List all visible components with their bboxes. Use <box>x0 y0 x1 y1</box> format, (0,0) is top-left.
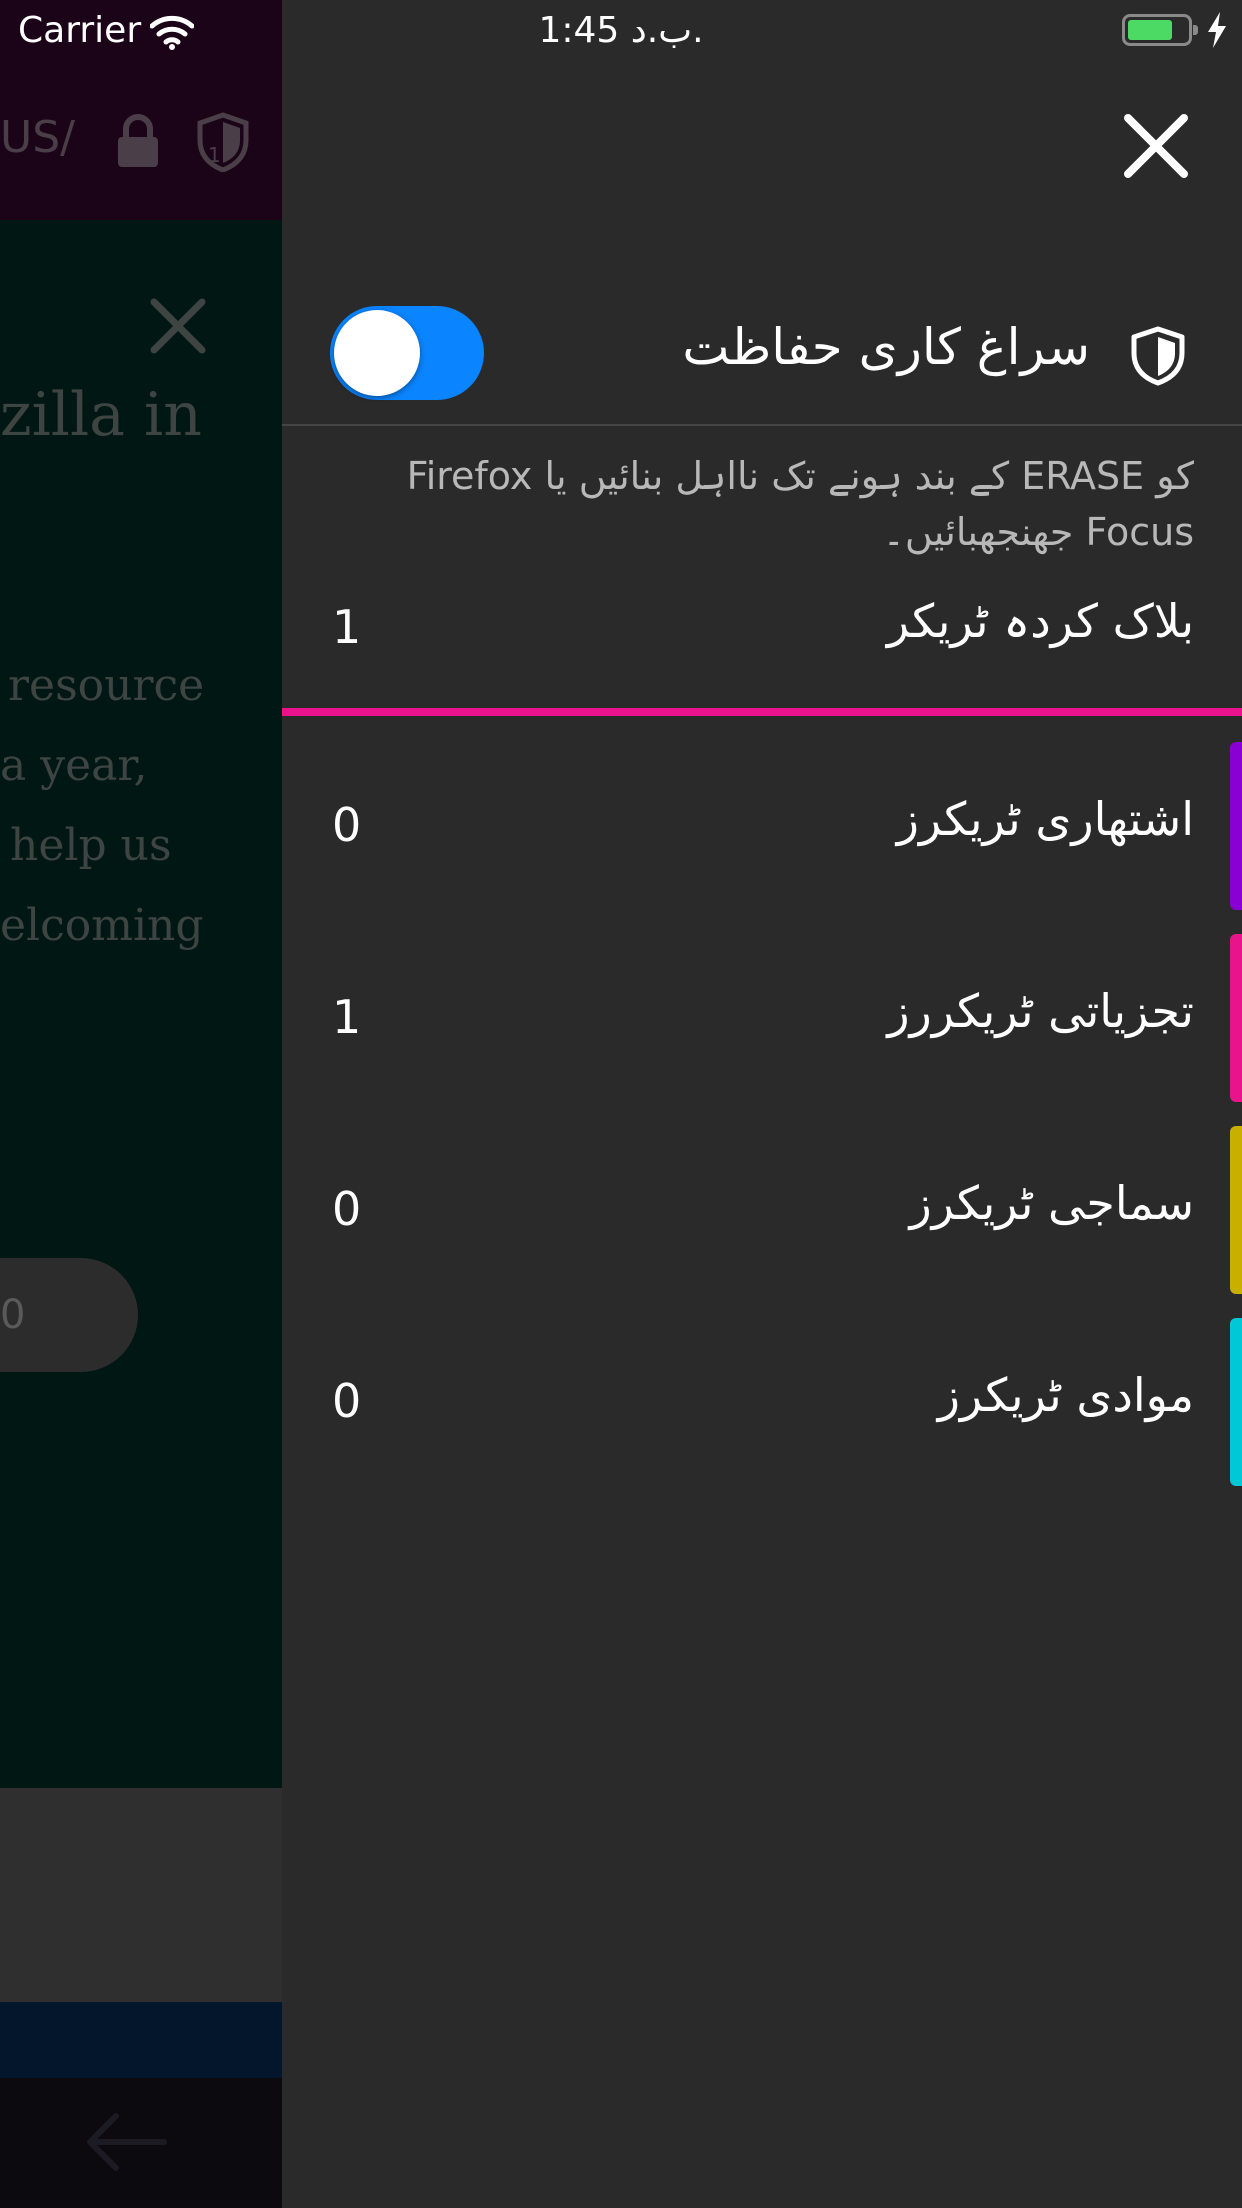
category-count: 0 <box>332 1182 362 1236</box>
page-paragraph-line: help us <box>10 820 172 871</box>
page-paragraph-line: elcoming <box>0 900 204 951</box>
page-paragraph-line: a year, <box>0 740 148 791</box>
blocked-trackers-row: 1 بلاک کردہ ٹریکر <box>282 580 1242 710</box>
battery-icon <box>1122 14 1198 46</box>
category-label: تجزیاتی ٹریکررز <box>887 984 1194 1038</box>
category-color-bar <box>1230 934 1242 1102</box>
panel-title: سراغ کاری حفاظت <box>682 318 1090 376</box>
tracker-category-row: 0 اشتھاری ٹریکرز <box>282 742 1242 910</box>
category-label: اشتھاری ٹریکرز <box>896 792 1194 846</box>
tracker-count-badge: 1 <box>208 143 221 167</box>
close-panel-button[interactable] <box>1122 112 1190 180</box>
tracker-category-row: 0 سماجی ٹریکرز <box>282 1126 1242 1294</box>
charging-bolt-icon <box>1208 12 1226 48</box>
page-headline: zilla in <box>0 380 202 450</box>
category-color-bar <box>1230 1126 1242 1294</box>
tracker-category-row: 0 موادی ٹریکرز <box>282 1318 1242 1486</box>
background-browser: US/ 1 zilla in resource a year, help us … <box>0 0 282 2208</box>
page-button-label: 0 <box>0 1292 26 1338</box>
page-footer-area <box>0 1788 282 2002</box>
section-divider <box>282 424 1242 426</box>
close-icon <box>150 298 206 354</box>
toggle-knob <box>334 310 420 396</box>
category-label: موادی ٹریکرز <box>937 1368 1194 1422</box>
category-color-bar <box>1230 742 1242 910</box>
page-paragraph-line: resource <box>8 660 205 711</box>
tracking-protection-panel: سراغ کاری حفاظت کو ERASE کے بند ہونے تک … <box>282 0 1242 2208</box>
page-footer-strip <box>0 2002 282 2078</box>
blocked-trackers-count: 1 <box>332 600 362 654</box>
back-arrow-icon <box>87 2113 167 2171</box>
status-time: 1:45 ب.د. <box>538 10 704 51</box>
status-bar: Carrier 1:45 ب.د. <box>0 0 1242 62</box>
tracker-category-row: 1 تجزیاتی ٹریکررز <box>282 934 1242 1102</box>
protection-description: کو ERASE کے بند ہونے تک نااہل بنائیں یا … <box>406 454 1194 554</box>
category-count: 0 <box>332 1374 362 1428</box>
category-label: سماجی ٹریکرز <box>909 1176 1194 1230</box>
blocked-divider-line <box>282 708 1242 716</box>
page-content <box>0 220 282 1788</box>
shield-icon <box>1131 326 1185 386</box>
tracking-protection-toggle[interactable] <box>330 306 484 400</box>
lock-icon <box>118 114 158 167</box>
url-text: US/ <box>0 112 75 163</box>
category-count: 0 <box>332 798 362 852</box>
blocked-trackers-label: بلاک کردہ ٹریکر <box>886 594 1194 648</box>
category-color-bar <box>1230 1318 1242 1486</box>
category-count: 1 <box>332 990 362 1044</box>
tracker-shield-icon: 1 <box>197 112 249 172</box>
